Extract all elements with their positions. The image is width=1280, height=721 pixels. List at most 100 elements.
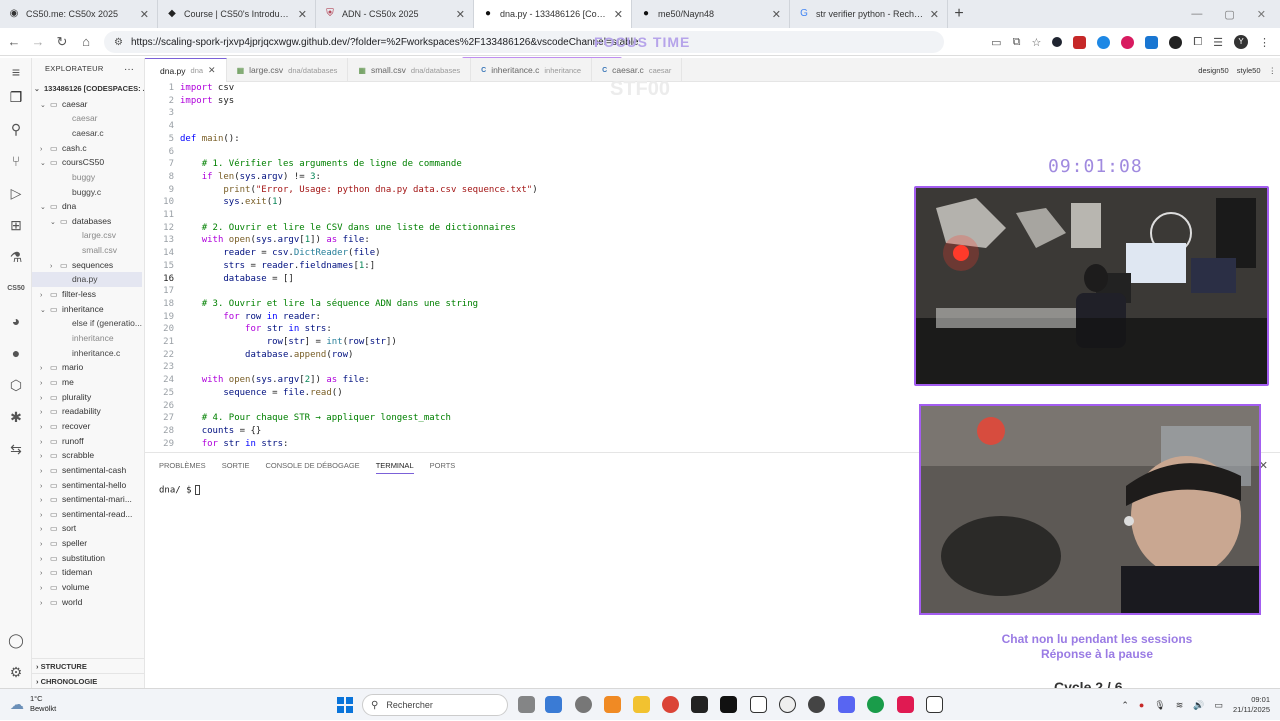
clock-widget[interactable]: 09:01 21/11/2025 <box>1233 695 1270 715</box>
editor-tab[interactable]: ▦ large.csv dna/databases <box>227 58 349 82</box>
tree-file[interactable]: buggy.c <box>32 185 142 200</box>
tree-folder[interactable]: › ▭ sentimental-mari... <box>32 492 142 507</box>
tree-folder[interactable]: ⌄ ▭ databases <box>32 214 142 229</box>
tree-folder[interactable]: › ▭ me <box>32 375 142 390</box>
cs50-icon[interactable]: CS50 <box>6 279 26 299</box>
volume-icon[interactable]: 🔊 <box>1193 700 1204 711</box>
tree-folder[interactable]: › ▭ sentimental-hello <box>32 478 142 493</box>
browser-tab[interactable]: ⛨ ADN - CS50x 2025 ✕ <box>316 0 474 28</box>
browser-tab[interactable]: ◉ CS50.me: CS50x 2025 ✕ <box>0 0 158 28</box>
tree-folder[interactable]: › ▭ sentimental-read... <box>32 507 142 522</box>
editor-tab[interactable]: Cinheritance.c inheritance <box>471 58 593 82</box>
panel-tab[interactable]: TERMINAL <box>375 461 414 474</box>
search-app-icon[interactable] <box>604 696 621 713</box>
capcut-icon[interactable] <box>720 696 737 713</box>
install-app-icon[interactable]: ▭ <box>991 36 1001 49</box>
code-editor[interactable]: 1 import csv 2 import sys 3 4 5 def main(): 6 7 #… <box>145 82 915 452</box>
duck-icon[interactable]: ◕ <box>6 311 26 331</box>
close-icon[interactable]: ✕ <box>772 8 781 21</box>
terminal[interactable]: dna/ $ <box>159 485 200 496</box>
battery-icon[interactable]: ▭ <box>1215 700 1224 711</box>
style50-button[interactable]: style50 <box>1237 66 1261 75</box>
notion-alt-icon[interactable] <box>926 696 943 713</box>
back-icon[interactable]: ← <box>2 34 26 49</box>
browser-tab[interactable]: ● me50/Nayn48 ✕ <box>632 0 790 28</box>
panel-tab[interactable]: CONSOLE DE DÉBOGAGE <box>265 461 359 474</box>
close-window-icon[interactable]: ✕ <box>1257 8 1266 21</box>
task-view-icon[interactable] <box>518 696 535 713</box>
close-icon[interactable]: ✕ <box>456 8 465 21</box>
close-icon[interactable]: ✕ <box>208 65 216 76</box>
tree-folder[interactable]: › ▭ world <box>32 595 142 610</box>
timeline-section[interactable]: › CHRONOLOGIE <box>32 673 145 688</box>
tree-folder[interactable]: › ▭ volume <box>32 580 142 595</box>
panel-tab[interactable]: SORTIE <box>222 461 250 474</box>
tree-folder[interactable]: › ▭ readability <box>32 404 142 419</box>
playlist-icon[interactable]: ☰ <box>1213 36 1223 49</box>
account-icon[interactable]: ◯ <box>6 630 26 650</box>
discord-icon[interactable] <box>838 696 855 713</box>
remote-icon[interactable]: ⇆ <box>6 439 26 459</box>
structure-section[interactable]: › STRUCTURE <box>32 658 145 673</box>
python-icon[interactable]: ✱ <box>6 407 26 427</box>
panel-tab[interactable]: PORTS <box>430 461 456 474</box>
tree-file[interactable]: inheritance.c <box>32 346 142 361</box>
design50-button[interactable]: design50 <box>1198 66 1228 75</box>
tree-folder[interactable]: › ▭ recover <box>32 419 142 434</box>
close-icon[interactable]: ✕ <box>614 8 623 21</box>
tree-folder[interactable]: › ▭ scrabble <box>32 448 142 463</box>
site-info-icon[interactable]: ⚙ <box>114 37 123 48</box>
extension-dark-icon[interactable] <box>1052 37 1063 47</box>
tree-file[interactable]: caesar <box>32 111 142 126</box>
browser-tab[interactable]: ◆ Course | CS50's Introduction to ✕ <box>158 0 316 28</box>
tree-folder[interactable]: ⌄ ▭ coursCS50 <box>32 155 142 170</box>
tray-chevron-icon[interactable]: ⌃ <box>1121 700 1129 711</box>
tree-file[interactable]: dna.py <box>32 272 142 287</box>
notion-icon[interactable] <box>750 696 767 713</box>
settings-app-icon[interactable] <box>575 696 592 713</box>
new-tab-icon[interactable]: + <box>948 5 970 23</box>
close-icon[interactable]: ✕ <box>298 8 307 21</box>
tree-folder[interactable]: › ▭ sort <box>32 521 142 536</box>
tree-folder[interactable]: › ▭ plurality <box>32 390 142 405</box>
tree-folder[interactable]: › ▭ speller <box>32 536 142 551</box>
extension-blue-icon[interactable] <box>1097 35 1111 49</box>
more-actions-icon[interactable]: ⋮ <box>1269 66 1277 75</box>
forward-icon[interactable]: → <box>26 34 50 49</box>
microphone-icon[interactable]: 🎙 <box>1154 700 1165 711</box>
browser-tab[interactable]: Gstr verifier python - Recherche ✕ <box>790 0 948 28</box>
windows-start-icon[interactable] <box>337 697 353 713</box>
extension-record-icon[interactable] <box>1121 35 1135 49</box>
wifi-icon[interactable]: ≋ <box>1176 700 1184 711</box>
terminal-app-icon[interactable] <box>691 696 708 713</box>
tree-file[interactable]: small.csv <box>32 243 142 258</box>
extensions-puzzle-icon[interactable]: ⧠ <box>1193 36 1202 49</box>
weather-widget[interactable]: ☁ 1°C Bewölkt <box>10 694 56 714</box>
bookmark-star-icon[interactable]: ☆ <box>1031 36 1041 49</box>
reload-icon[interactable]: ↻ <box>50 34 74 50</box>
run-debug-icon[interactable]: ▷ <box>6 183 26 203</box>
minimize-icon[interactable]: — <box>1191 8 1202 20</box>
tree-file[interactable]: large.csv <box>32 228 142 243</box>
tree-folder[interactable]: › ▭ sentimental-cash <box>32 463 142 478</box>
box-icon[interactable]: ⬡ <box>6 375 26 395</box>
extensions-icon[interactable]: ⊞ <box>6 215 26 235</box>
tray-app-icon[interactable]: ● <box>1139 700 1144 710</box>
home-icon[interactable]: ⌂ <box>74 34 98 49</box>
browser-tab[interactable]: ● dna.py - 133486126 [Codespac ✕ <box>474 0 632 28</box>
testing-icon[interactable]: ⚗ <box>6 247 26 267</box>
extension-github-icon[interactable] <box>1169 35 1183 49</box>
menu-icon[interactable]: ≡ <box>6 62 26 82</box>
tree-folder[interactable]: ⌄ ▭ dna <box>32 199 142 214</box>
address-bar[interactable]: ⚙ https://scaling-spork-rjxvp4jprjqcxwgw… <box>104 31 944 53</box>
more-actions-icon[interactable]: ··· <box>124 64 134 75</box>
tiktok-icon[interactable] <box>897 696 914 713</box>
extension-red-icon[interactable] <box>1073 35 1087 49</box>
editor-tab[interactable]: ▦ small.csv dna/databases <box>348 58 472 82</box>
tree-folder[interactable]: › ▭ runoff <box>32 434 142 449</box>
tree-file[interactable]: caesar.c <box>32 126 142 141</box>
tree-file[interactable]: else if (generatio... <box>32 316 142 331</box>
github-icon[interactable]: ● <box>6 343 26 363</box>
tree-folder[interactable]: › ▭ mario <box>32 360 142 375</box>
taskbar-search[interactable]: ⚲ Rechercher <box>362 694 508 716</box>
